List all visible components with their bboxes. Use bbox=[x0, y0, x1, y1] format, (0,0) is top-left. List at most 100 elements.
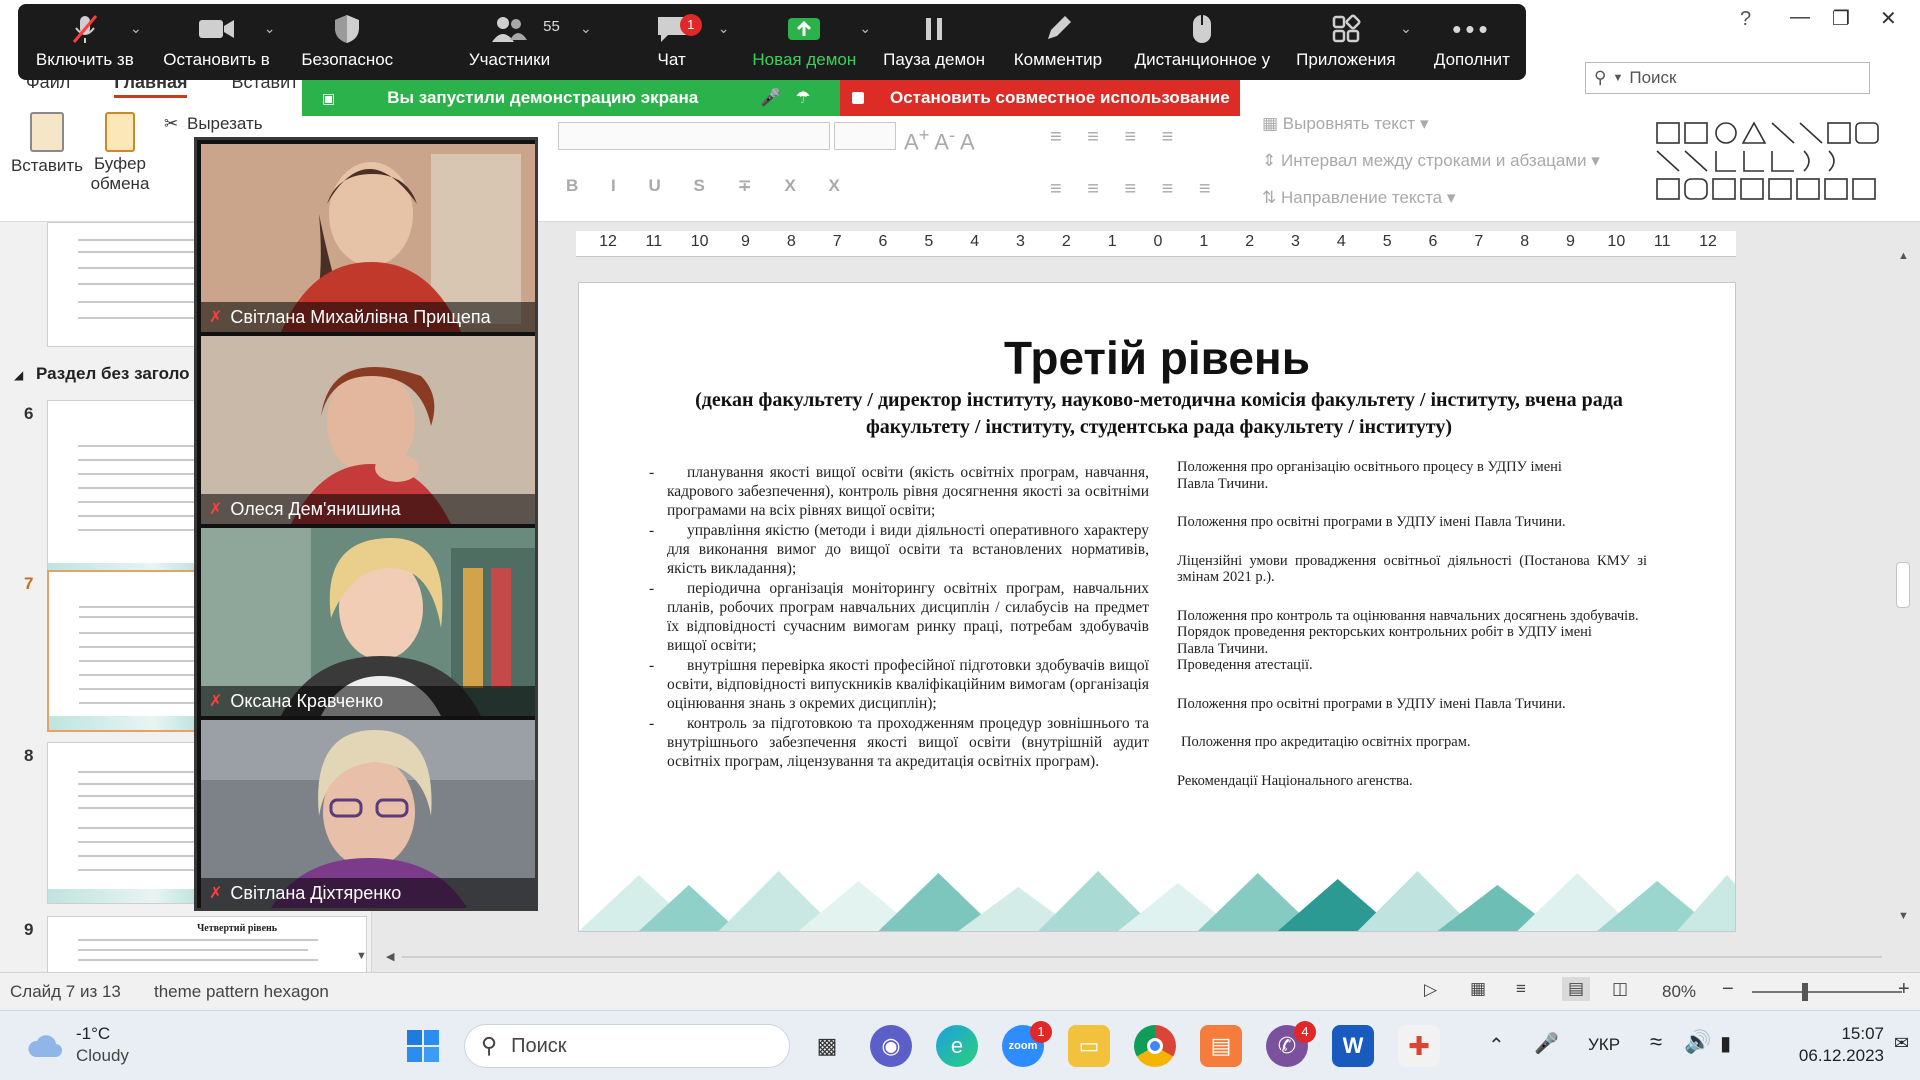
security-button[interactable]: Безопаснос bbox=[281, 12, 413, 78]
font-size-select[interactable] bbox=[834, 122, 896, 150]
video-tile[interactable]: ✗ Оксана Кравченко bbox=[201, 528, 535, 716]
task-view-icon[interactable]: ▩ bbox=[806, 1025, 848, 1067]
maximize-button[interactable]: ❐ bbox=[1832, 6, 1850, 31]
ruler-label: 10 bbox=[1607, 233, 1626, 250]
font-grow-icon[interactable]: A+ A- A bbox=[904, 124, 975, 155]
text-direction-button[interactable]: ⇅ Направление текста ▾ bbox=[1262, 188, 1455, 208]
ruler-label: 12 bbox=[599, 233, 617, 250]
shapes-gallery[interactable] bbox=[1654, 120, 1904, 204]
chrome-browser-icon[interactable] bbox=[1134, 1025, 1176, 1067]
responsibilities-list[interactable]: планування якості вищої освіти (якість о… bbox=[649, 463, 1149, 772]
scroll-down-arrow-icon[interactable]: ▼ bbox=[1898, 910, 1909, 922]
reading-view-icon[interactable]: ◫ bbox=[1612, 979, 1628, 999]
paste-button[interactable]: Вставить bbox=[10, 112, 84, 176]
video-tile[interactable]: ✗ Світлана Діхтяренко bbox=[201, 720, 535, 908]
tray-overflow-icon[interactable]: ⌃ bbox=[1488, 1033, 1505, 1058]
stop-square-icon bbox=[852, 92, 864, 104]
zoom-out-button[interactable]: − bbox=[1722, 978, 1734, 1001]
chevron-down-icon[interactable]: ⌄ bbox=[130, 20, 142, 37]
list-item: контроль за підготовкою та проходженням … bbox=[649, 714, 1149, 771]
slide-thumbnail-9[interactable]: Четвертий рівень bbox=[47, 916, 367, 972]
close-button[interactable]: ✕ bbox=[1880, 6, 1897, 31]
chevron-down-icon[interactable]: ⌄ bbox=[859, 20, 871, 37]
keyboard-language[interactable]: УКР bbox=[1588, 1035, 1620, 1055]
notifications-icon[interactable]: ✉ bbox=[1894, 1033, 1909, 1054]
ruler-label: 5 bbox=[924, 233, 934, 250]
clock[interactable]: 15:07 06.12.2023 bbox=[1774, 1023, 1884, 1067]
chevron-down-icon[interactable]: ⌄ bbox=[1400, 20, 1412, 37]
shield-check-icon: ☂ bbox=[795, 88, 811, 107]
taskbar-search[interactable]: ⚲ Поиск bbox=[464, 1024, 790, 1068]
unmute-button[interactable]: ⌄ Включить зв bbox=[18, 12, 152, 78]
help-icon[interactable]: ? bbox=[1740, 8, 1751, 31]
align-text-button[interactable]: ▦ Выровнять текст ▾ bbox=[1262, 114, 1429, 134]
remote-control-button[interactable]: Дистанционное у bbox=[1119, 12, 1286, 78]
text-direction-icon: ⇅ bbox=[1262, 188, 1277, 207]
chevron-down-icon[interactable]: ⌄ bbox=[264, 20, 276, 37]
microphone-icon[interactable]: 🎤 bbox=[1534, 1031, 1559, 1056]
list-item: періодична організація моніторингу освіт… bbox=[649, 579, 1149, 655]
snipping-tool-icon[interactable]: ✚ bbox=[1398, 1025, 1440, 1067]
slide-number: 8 bbox=[24, 746, 34, 765]
normal-view-icon[interactable]: ▤ bbox=[1562, 977, 1591, 1001]
chat-app-icon[interactable]: ◉ bbox=[870, 1025, 912, 1067]
slide-subtitle[interactable]: (декан факультету / директор інституту, … bbox=[679, 387, 1639, 441]
edge-browser-icon[interactable]: e bbox=[936, 1025, 978, 1067]
ruler-label: 0 bbox=[1153, 233, 1163, 250]
scroll-down-arrow-icon[interactable]: ▼ bbox=[356, 950, 367, 962]
start-button[interactable] bbox=[402, 1025, 444, 1067]
chevron-down-icon[interactable]: ⌄ bbox=[580, 20, 592, 37]
wifi-icon[interactable]: ≈ bbox=[1650, 1029, 1662, 1055]
more-button[interactable]: ••• Дополнит bbox=[1418, 12, 1526, 78]
clipboard-button[interactable]: Буфер обмена bbox=[88, 112, 152, 194]
notes-icon[interactable]: ≡ bbox=[1516, 979, 1526, 999]
weather-widget[interactable]: -1°C Cloudy bbox=[26, 1023, 129, 1067]
documents-list[interactable]: Положення про організацію освітнього про… bbox=[1177, 459, 1647, 789]
font-family-select[interactable] bbox=[558, 122, 830, 150]
horizontal-scrollbar[interactable] bbox=[402, 956, 1882, 958]
line-spacing-button[interactable]: ⇕ Интервал между строками и абзацами ▾ bbox=[1262, 151, 1600, 171]
ruler-label: 7 bbox=[832, 233, 842, 250]
stop-share-button[interactable]: Остановить совместное использование bbox=[840, 80, 1240, 116]
chevron-down-icon[interactable]: ⌄ bbox=[718, 20, 730, 37]
zoom-slider[interactable] bbox=[1752, 983, 1902, 1001]
zoom-in-button[interactable]: + bbox=[1898, 978, 1910, 1001]
presentation-app-icon[interactable]: ▤ bbox=[1200, 1025, 1242, 1067]
cut-button[interactable]: ✂ Вырезать bbox=[164, 114, 263, 134]
search-input[interactable]: ⚲ ▼ Поиск bbox=[1585, 62, 1870, 94]
participants-button[interactable]: 55 ⌄ Участники bbox=[413, 12, 606, 78]
zoom-level[interactable]: 80% bbox=[1662, 982, 1696, 1002]
drag-handle-icon[interactable]: ▣ bbox=[322, 90, 335, 107]
vertical-scrollbar[interactable] bbox=[1896, 562, 1910, 608]
slide-counter: Слайд 7 из 13 bbox=[10, 982, 121, 1001]
stop-video-button[interactable]: ⌄ Остановить в bbox=[152, 12, 282, 78]
clipboard-icon bbox=[30, 112, 64, 152]
slide-title[interactable]: Третій рівень bbox=[579, 331, 1735, 385]
pause-share-button[interactable]: Пауза демон bbox=[871, 12, 997, 78]
status-bar: Слайд 7 из 13 theme pattern hexagon ▷ ▦ … bbox=[0, 972, 1920, 1010]
ruler-label: 11 bbox=[645, 233, 663, 250]
video-tile[interactable]: ✗ Олеся Дем'янишина bbox=[201, 336, 535, 524]
scroll-left-arrow-icon[interactable]: ◀ bbox=[386, 950, 394, 963]
participant-name-bar: ✗ Світлана Діхтяренко bbox=[201, 878, 535, 908]
video-tile[interactable]: ✗ Світлана Михайлівна Прищепа bbox=[201, 144, 535, 332]
annotate-button[interactable]: Комментир bbox=[997, 12, 1119, 78]
chat-button[interactable]: 1 ⌄ Чат bbox=[606, 12, 738, 78]
sorter-view-icon[interactable]: ▦ bbox=[1470, 979, 1486, 999]
participants-video-strip[interactable]: ✗ Світлана Михайлівна Прищепа ✗ Олеся Де… bbox=[194, 137, 538, 911]
apps-button[interactable]: ⌄ Приложения bbox=[1286, 12, 1412, 78]
file-explorer-icon[interactable]: ▭ bbox=[1068, 1025, 1110, 1067]
scroll-up-arrow-icon[interactable]: ▲ bbox=[1898, 250, 1909, 262]
slideshow-view-icon[interactable]: ▷ bbox=[1424, 980, 1437, 1000]
new-share-button[interactable]: ⌄ Новая демон bbox=[737, 12, 871, 78]
battery-icon[interactable]: ▮ bbox=[1720, 1031, 1731, 1056]
section-header[interactable]: ◢ Раздел без заголо bbox=[14, 364, 190, 384]
search-icon: ⚲ bbox=[1594, 68, 1607, 87]
slide-canvas[interactable]: Третій рівень (декан факультету / директ… bbox=[578, 282, 1736, 932]
zoom-slider-thumb[interactable] bbox=[1802, 983, 1808, 1001]
word-app-icon[interactable]: W bbox=[1332, 1025, 1374, 1067]
align-icons: ≡ ≡ ≡ ≡ ≡ bbox=[1050, 178, 1221, 200]
speaker-icon[interactable]: 🔊 bbox=[1684, 1029, 1711, 1055]
participant-name-bar: ✗ Оксана Кравченко bbox=[201, 686, 535, 716]
minimize-button[interactable]: — bbox=[1790, 6, 1810, 29]
